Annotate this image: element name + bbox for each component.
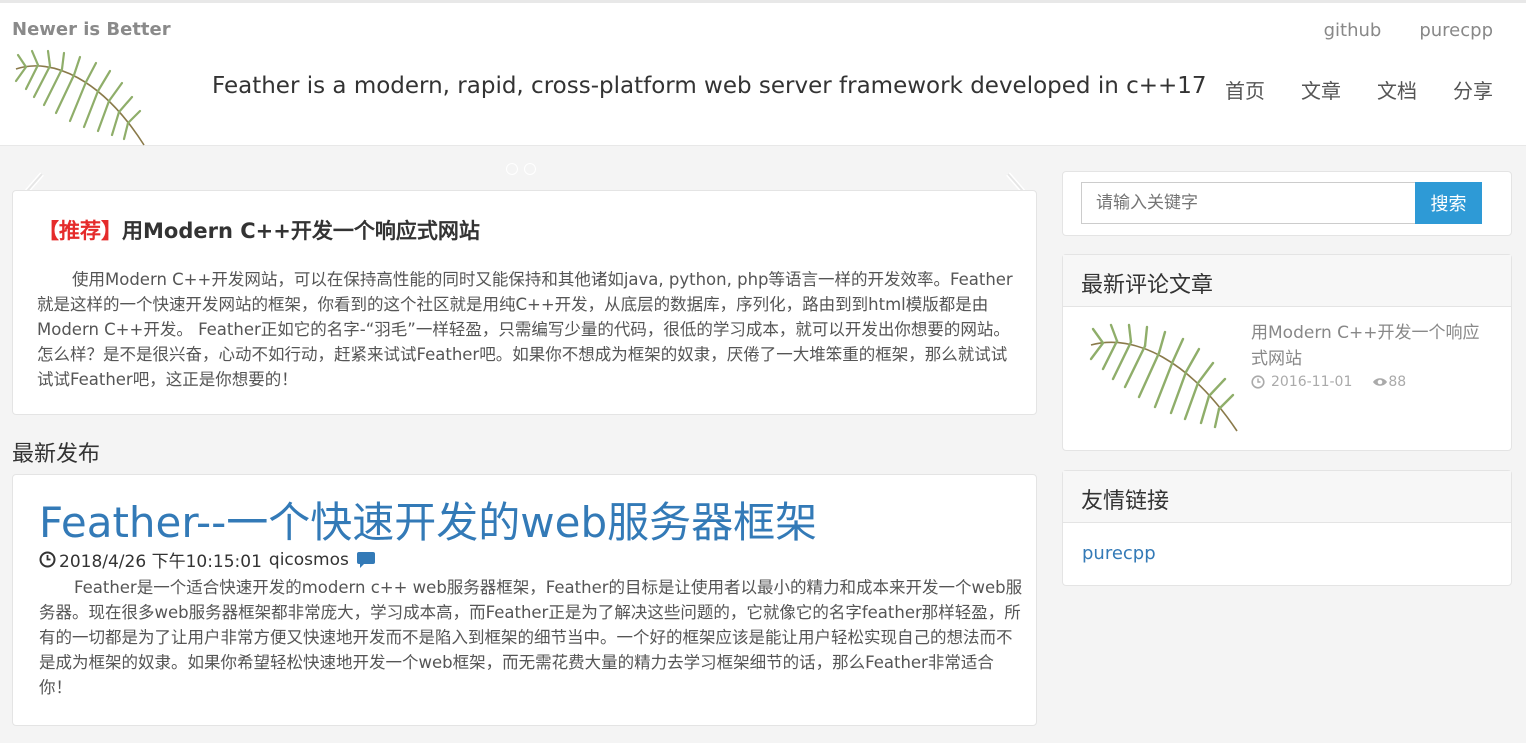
post-meta: 2018/4/26 下午10:15:01 qicosmos <box>39 547 1012 572</box>
recent-comments-panel: 最新评论文章 用Modern C++开发一个响应式网站 2016-11-01 8… <box>1062 254 1512 451</box>
nav-home[interactable]: 首页 <box>1225 75 1265 104</box>
featured-title[interactable]: 【推荐】用Modern C++开发一个响应式网站 <box>38 215 1012 245</box>
featured-title-text: 用Modern C++开发一个响应式网站 <box>122 219 480 243</box>
recent-item-thumbnail[interactable] <box>1085 323 1243 435</box>
featured-tag: 【推荐】 <box>38 219 122 243</box>
feather-logo[interactable] <box>12 49 148 147</box>
site-tagline: Feather is a modern, rapid, cross-platfo… <box>212 73 1207 99</box>
latest-section-title: 最新发布 <box>12 442 101 467</box>
post-date: 2018/4/26 下午10:15:01 <box>59 552 262 572</box>
friend-link-purecpp[interactable]: purecpp <box>1082 543 1156 564</box>
clock-icon <box>39 551 56 568</box>
featured-article: 【推荐】用Modern C++开发一个响应式网站 使用Modern C++开发网… <box>12 190 1037 415</box>
post-title[interactable]: Feather--一个快速开发的web服务器框架 <box>39 497 1012 549</box>
friend-links-panel: 友情链接 purecpp <box>1062 470 1512 586</box>
search-form: 搜索 <box>1081 182 1511 224</box>
recent-item-title[interactable]: 用Modern C++开发一个响应式网站 <box>1251 320 1491 372</box>
top-links: github purecpp <box>1324 20 1493 41</box>
recent-item[interactable]: 用Modern C++开发一个响应式网站 2016-11-01 88 <box>1063 307 1511 451</box>
search-button[interactable]: 搜索 <box>1415 182 1482 224</box>
carousel-indicators <box>506 163 536 175</box>
nav-share[interactable]: 分享 <box>1453 75 1493 104</box>
links-panel-title: 友情链接 <box>1063 471 1511 523</box>
clock-icon <box>1251 375 1265 389</box>
eye-icon <box>1373 378 1388 386</box>
main-nav: 首页 文章 文档 分享 <box>1225 75 1493 104</box>
search-panel: 搜索 <box>1062 171 1512 236</box>
github-link[interactable]: github <box>1324 20 1382 41</box>
site-brand[interactable]: Newer is Better <box>12 19 171 40</box>
recent-item-views: 88 <box>1388 374 1407 390</box>
purecpp-link[interactable]: purecpp <box>1419 20 1493 41</box>
post-author[interactable]: qicosmos <box>269 550 349 570</box>
latest-post: Feather--一个快速开发的web服务器框架 2018/4/26 下午10:… <box>12 474 1037 726</box>
nav-articles[interactable]: 文章 <box>1301 75 1341 104</box>
comment-icon[interactable] <box>356 551 376 569</box>
nav-docs[interactable]: 文档 <box>1377 75 1417 104</box>
recent-item-date: 2016-11-01 <box>1271 374 1353 390</box>
links-list: purecpp <box>1063 523 1511 564</box>
recent-panel-title: 最新评论文章 <box>1063 255 1511 307</box>
recent-item-meta: 2016-11-01 88 <box>1251 374 1406 390</box>
site-header: Newer is Better Feather is a modern, rap… <box>0 0 1526 146</box>
carousel-dot[interactable] <box>524 163 536 175</box>
featured-body: 使用Modern C++开发网站，可以在保持高性能的同时又能保持和其他诸如jav… <box>37 270 1013 389</box>
search-input[interactable] <box>1081 182 1415 224</box>
carousel-dot[interactable] <box>506 163 518 175</box>
post-body: Feather是一个适合快速开发的modern c++ web服务器框架，Fea… <box>39 578 1023 697</box>
